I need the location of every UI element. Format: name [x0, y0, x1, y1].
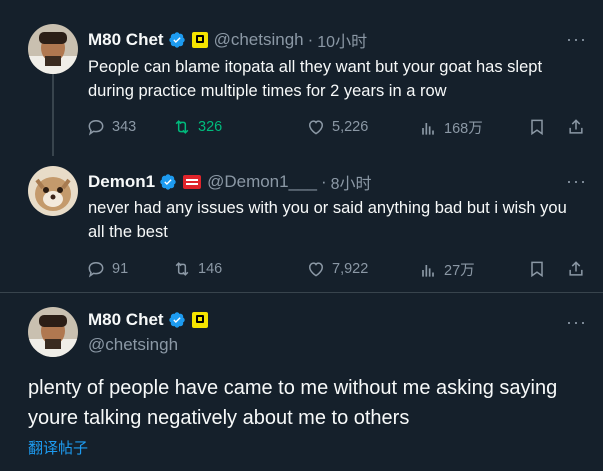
separator-dot: ·	[320, 172, 327, 191]
affiliate-badge-icon[interactable]	[191, 312, 208, 328]
like-count: 5,226	[332, 119, 369, 135]
views-button[interactable]: 27万	[418, 259, 475, 280]
retweet-icon	[175, 262, 189, 276]
verified-icon	[168, 32, 185, 48]
avatar-image	[28, 24, 78, 74]
more-icon[interactable]: ···	[566, 172, 587, 190]
reply-icon	[88, 261, 104, 278]
affiliate-badge-icon[interactable]	[183, 175, 202, 189]
share-button[interactable]	[566, 117, 592, 137]
like-count: 7,922	[332, 261, 369, 277]
translate-post-link[interactable]: 翻译帖子	[28, 437, 88, 458]
more-icon[interactable]: ···	[566, 30, 587, 48]
verified-icon	[168, 312, 185, 328]
avatar-image	[28, 166, 78, 216]
avatar[interactable]	[28, 166, 78, 216]
reply-button[interactable]: 343	[86, 117, 136, 137]
bookmark-icon	[531, 119, 543, 136]
verified-icon	[160, 174, 176, 190]
tweet-2[interactable]: Demon1 @Demon1___ · 8小时 ··· never had an…	[0, 156, 603, 296]
retweet-icon	[175, 120, 189, 134]
like-icon	[308, 120, 324, 135]
avatar[interactable]	[28, 307, 78, 357]
timestamp[interactable]: 10小时	[317, 28, 367, 52]
views-count: 27万	[444, 263, 475, 279]
tweet-actions: 343 326 5,226 168万	[86, 117, 596, 141]
like-icon	[308, 262, 324, 277]
tweet-header: M80 Chet	[88, 310, 208, 330]
tweet-text: plenty of people have came to me without…	[28, 377, 558, 429]
reply-icon	[88, 119, 104, 136]
views-button[interactable]: 168万	[418, 117, 483, 138]
reply-count: 91	[112, 261, 129, 277]
tweet-text: never had any issues with you or said an…	[88, 199, 567, 241]
author-name[interactable]: M80 Chet	[88, 30, 164, 50]
tweet-text: People can blame itopata all they want b…	[88, 58, 543, 100]
retweet-button[interactable]: 146	[172, 259, 222, 279]
views-icon	[422, 264, 434, 277]
author-handle[interactable]: @chetsingh	[88, 335, 178, 355]
author-name[interactable]: Demon1	[88, 172, 155, 192]
share-icon	[569, 119, 583, 134]
bookmark-icon	[531, 261, 543, 278]
separator-dot: ·	[307, 30, 314, 49]
avatar[interactable]	[28, 24, 78, 74]
author-handle[interactable]: @Demon1___	[207, 172, 317, 192]
timestamp[interactable]: 8小时	[331, 170, 372, 194]
avatar-image	[28, 307, 78, 357]
like-button[interactable]: 5,226	[306, 117, 368, 137]
retweet-count: 146	[198, 261, 223, 277]
share-icon	[569, 261, 583, 276]
share-button[interactable]	[566, 259, 592, 279]
affiliate-badge-icon[interactable]	[191, 32, 208, 48]
views-count: 168万	[444, 121, 483, 137]
tweet-header: Demon1 @Demon1___ · 8小时	[88, 170, 372, 194]
bookmark-button[interactable]	[527, 117, 553, 137]
tweet-1[interactable]: M80 Chet @chetsingh · 10小时 ··· People ca…	[0, 0, 603, 155]
bookmark-button[interactable]	[527, 259, 553, 279]
views-icon	[422, 122, 434, 135]
focused-tweet: M80 Chet @chetsingh ··· plenty of people…	[0, 293, 603, 471]
retweet-count: 326	[198, 119, 223, 135]
retweet-button[interactable]: 326	[172, 117, 222, 137]
more-icon[interactable]: ···	[566, 313, 587, 331]
tweet-actions: 91 146 7,922 27万	[86, 259, 596, 283]
author-name[interactable]: M80 Chet	[88, 310, 164, 330]
author-handle[interactable]: @chetsingh	[214, 30, 304, 50]
like-button[interactable]: 7,922	[306, 259, 368, 279]
reply-button[interactable]: 91	[86, 259, 128, 279]
reply-count: 343	[112, 119, 137, 135]
tweet-header: M80 Chet @chetsingh · 10小时	[88, 28, 367, 52]
